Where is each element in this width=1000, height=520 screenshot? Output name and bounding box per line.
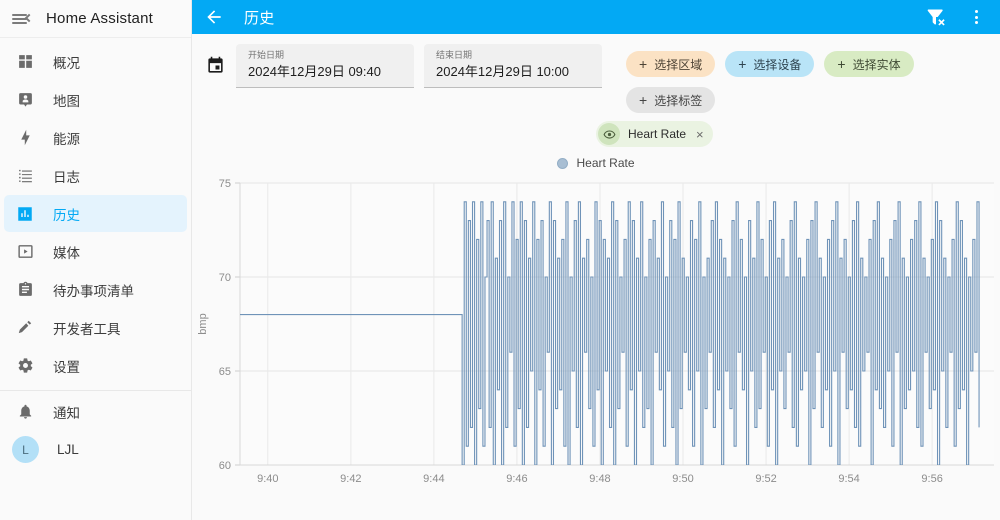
svg-text:65: 65 — [219, 366, 231, 378]
sidebar-item-developer-tools[interactable]: 开发者工具 — [4, 309, 187, 346]
end-date-value: 2024年12月29日 10:00 — [436, 64, 569, 79]
svg-text:bmp: bmp — [197, 313, 209, 334]
svg-text:60: 60 — [219, 460, 231, 472]
chip-select-entity[interactable]: + 选择实体 — [824, 51, 914, 77]
eye-icon — [598, 123, 620, 145]
svg-text:9:52: 9:52 — [755, 473, 776, 485]
selected-filter-row: Heart Rate × — [206, 121, 986, 147]
filter-chip-group: + 选择区域 + 选择设备 + 选择实体 + 选择标签 — [626, 51, 986, 113]
sidebar-item-label: 待办事项清单 — [53, 283, 134, 299]
sidebar-nav: 概况 地图 能源 日志 历史 媒体 待办事项清单 开发者工具 设置 通知 L L… — [0, 38, 191, 469]
sidebar-item-label: 能源 — [53, 131, 80, 147]
chip-label: 选择区域 — [654, 57, 703, 72]
view-dashboard-icon — [15, 52, 35, 72]
sidebar-item-history[interactable]: 历史 — [4, 195, 187, 232]
sidebar-item-settings[interactable]: 设置 — [4, 347, 187, 384]
svg-text:9:42: 9:42 — [340, 473, 361, 485]
sidebar-item-map[interactable]: 地图 — [4, 81, 187, 118]
app-root: Home Assistant 概况 地图 能源 日志 历史 媒体 待办事项清单 … — [0, 0, 1000, 520]
sidebar-item-label: LJL — [57, 442, 79, 457]
sidebar-item-overview[interactable]: 概况 — [4, 43, 187, 80]
chart-svg: 60 65 70 75 9:40 9:42 9:44 9:46 9:48 9:50 9:52 9:54… — [197, 178, 994, 485]
main-content: 历史 开始日期 2024年12月29日 09:40 结束日期 2024年12月2… — [192, 0, 1000, 520]
chip-label: 选择标签 — [654, 93, 703, 108]
sidebar-item-label: 概况 — [53, 55, 80, 71]
plus-icon: + — [738, 56, 747, 72]
calendar-icon[interactable] — [206, 56, 226, 76]
legend-label: Heart Rate — [576, 156, 635, 170]
app-toolbar: 历史 — [192, 0, 1000, 34]
history-chart: Heart Rate 60 65 70 75 9:40 9:42 9:44 9:46 9:48 9… — [192, 147, 1000, 520]
sidebar-item-label: 地图 — [53, 93, 80, 109]
sidebar-item-label: 日志 — [53, 169, 80, 185]
filter-bar: 开始日期 2024年12月29日 09:40 结束日期 2024年12月29日 … — [192, 34, 1000, 147]
sidebar-item-media[interactable]: 媒体 — [4, 233, 187, 270]
close-icon[interactable]: × — [696, 127, 704, 142]
sidebar-item-label: 历史 — [53, 207, 80, 223]
sidebar-item-todo[interactable]: 待办事项清单 — [4, 271, 187, 308]
svg-text:9:46: 9:46 — [506, 473, 527, 485]
chip-label: 选择实体 — [852, 57, 901, 72]
chart-plot-area[interactable]: 60 65 70 75 9:40 9:42 9:44 9:46 9:48 9:50 9:52 9:54… — [192, 173, 1000, 520]
svg-text:70: 70 — [219, 272, 231, 284]
chip-label: 选择设备 — [753, 57, 802, 72]
sidebar: Home Assistant 概况 地图 能源 日志 历史 媒体 待办事项清单 … — [0, 0, 192, 520]
plus-icon: + — [639, 92, 648, 108]
selected-entity-label: Heart Rate — [628, 127, 687, 141]
hamburger-collapse-icon[interactable] — [12, 9, 34, 29]
sidebar-item-label: 设置 — [53, 359, 80, 375]
chart-legend[interactable]: Heart Rate — [192, 153, 1000, 173]
start-date-value: 2024年12月29日 09:40 — [248, 64, 381, 79]
legend-color-swatch — [557, 157, 569, 169]
sidebar-item-label: 开发者工具 — [53, 321, 121, 337]
bell-icon — [15, 402, 35, 422]
clipboard-list-icon — [15, 280, 35, 300]
chip-select-label[interactable]: + 选择标签 — [626, 87, 716, 113]
sidebar-header: Home Assistant — [0, 0, 191, 38]
filter-remove-icon[interactable] — [926, 7, 946, 27]
chart-box-icon — [15, 204, 35, 224]
plus-icon: + — [639, 56, 648, 72]
dots-vertical-icon[interactable] — [966, 7, 986, 27]
cog-icon — [15, 356, 35, 376]
sidebar-title: Home Assistant — [46, 10, 154, 27]
sidebar-item-label: 通知 — [53, 405, 80, 421]
filter-row: 开始日期 2024年12月29日 09:40 结束日期 2024年12月29日 … — [206, 44, 986, 113]
plus-icon: + — [837, 56, 846, 72]
svg-text:9:56: 9:56 — [921, 473, 942, 485]
end-date-field[interactable]: 结束日期 2024年12月29日 10:00 — [424, 44, 602, 88]
start-date-field[interactable]: 开始日期 2024年12月29日 09:40 — [236, 44, 414, 88]
arrow-left-icon[interactable] — [204, 7, 224, 27]
chip-select-device[interactable]: + 选择设备 — [725, 51, 815, 77]
play-box-icon — [15, 242, 35, 262]
sidebar-divider — [0, 390, 191, 391]
map-marker-icon — [15, 90, 35, 110]
hammer-wrench-icon — [15, 318, 35, 338]
sidebar-item-logbook[interactable]: 日志 — [4, 157, 187, 194]
svg-text:9:54: 9:54 — [838, 473, 859, 485]
sidebar-item-user[interactable]: L LJL — [4, 431, 187, 468]
sidebar-item-notifications[interactable]: 通知 — [4, 393, 187, 430]
sidebar-item-energy[interactable]: 能源 — [4, 119, 187, 156]
svg-text:9:50: 9:50 — [672, 473, 693, 485]
svg-text:9:40: 9:40 — [257, 473, 278, 485]
svg-text:9:44: 9:44 — [423, 473, 444, 485]
page-title: 历史 — [244, 9, 275, 27]
chip-selected-entity[interactable]: Heart Rate × — [596, 121, 713, 147]
avatar: L — [12, 436, 39, 463]
svg-text:9:48: 9:48 — [589, 473, 610, 485]
chip-select-area[interactable]: + 选择区域 — [626, 51, 716, 77]
sidebar-item-label: 媒体 — [53, 245, 80, 261]
start-date-label: 开始日期 — [248, 50, 285, 60]
end-date-label: 结束日期 — [436, 50, 473, 60]
format-list-icon — [15, 166, 35, 186]
svg-text:75: 75 — [219, 178, 231, 190]
lightning-bolt-icon — [15, 128, 35, 148]
